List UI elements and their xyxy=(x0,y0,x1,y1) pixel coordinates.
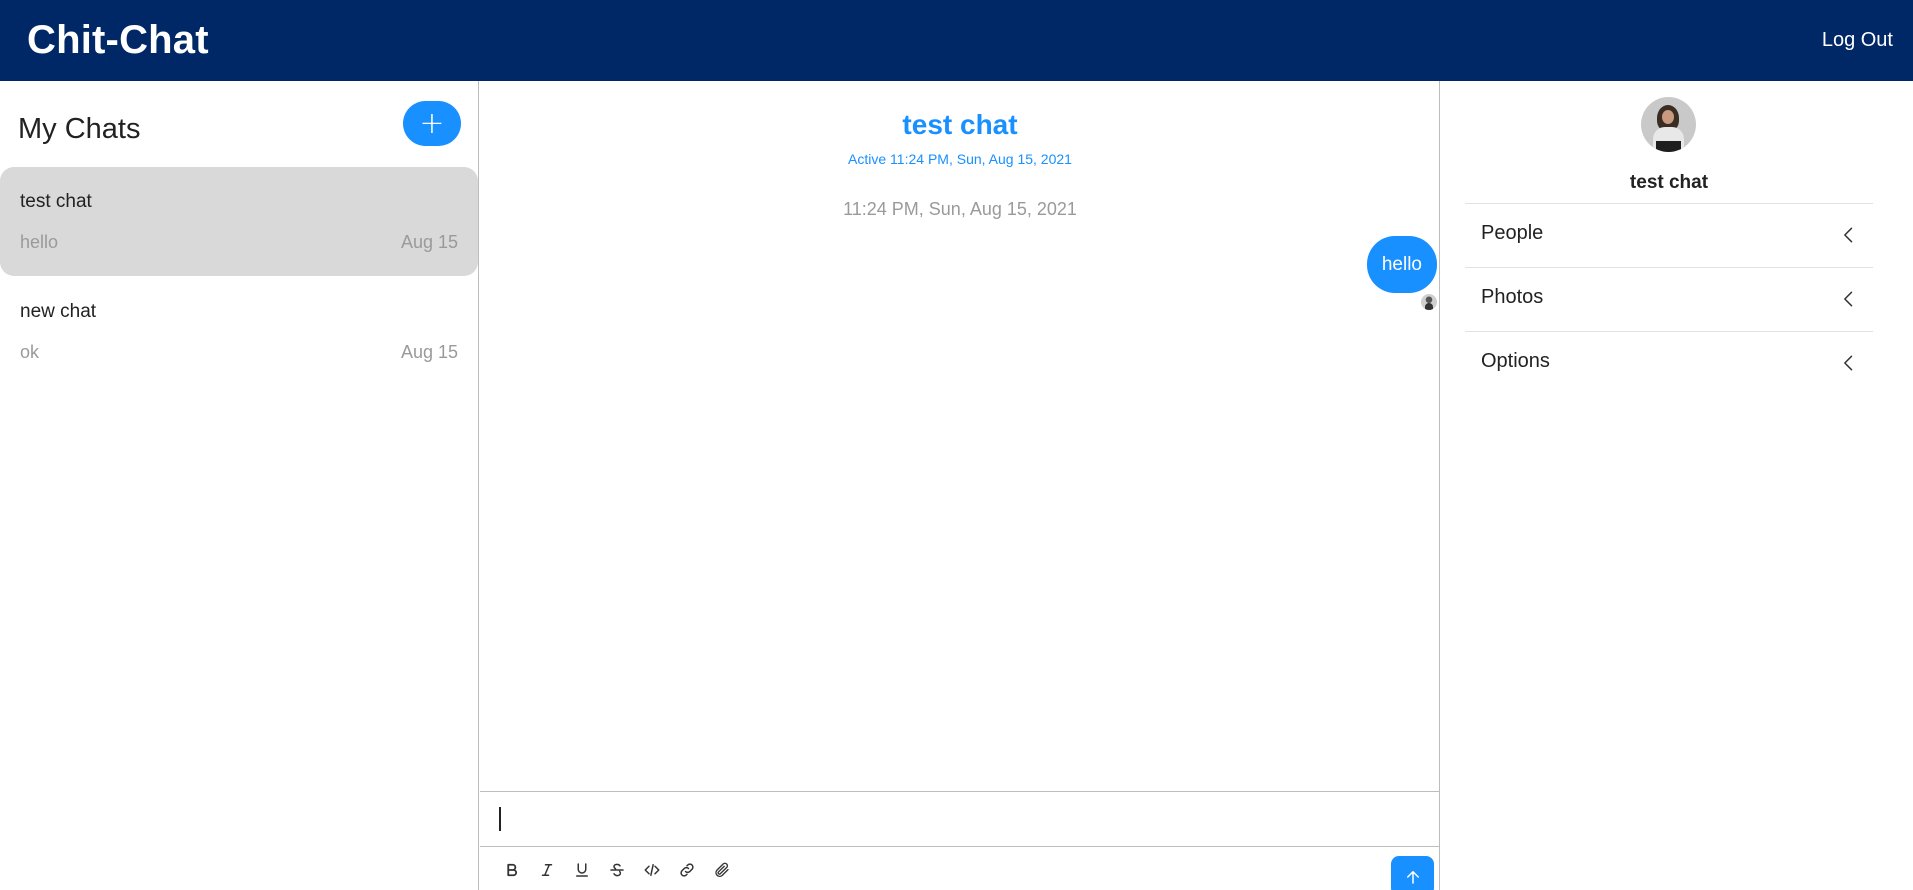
formatting-toolbar xyxy=(494,857,739,883)
section-label: Options xyxy=(1481,350,1550,372)
chat-card-new-chat[interactable]: new chat ok Aug 15 xyxy=(0,277,478,386)
section-label: People xyxy=(1481,222,1544,244)
chat-card-title: test chat xyxy=(20,191,92,212)
message-timestamp: 11:24 PM, Sun, Aug 15, 2021 xyxy=(843,199,1077,219)
top-bar: Chit-Chat Log Out xyxy=(0,0,1913,81)
logout-button[interactable]: Log Out xyxy=(1822,29,1893,52)
chat-card-preview: ok xyxy=(20,342,40,362)
chat-list-title: My Chats xyxy=(18,113,141,145)
conversation-active-status: Active 11:24 PM, Sun, Aug 15, 2021 xyxy=(848,151,1072,167)
chat-avatar xyxy=(1641,97,1696,152)
section-label: Photos xyxy=(1481,286,1544,308)
chat-card-test-chat[interactable]: test chat hello Aug 15 xyxy=(0,167,478,276)
new-chat-button[interactable]: + xyxy=(403,101,461,146)
code-icon[interactable] xyxy=(634,857,669,883)
underline-icon[interactable] xyxy=(564,857,599,883)
chat-list-panel: My Chats + test chat hello Aug 15 new ch… xyxy=(0,81,479,890)
chat-details-name: test chat xyxy=(1629,172,1709,193)
section-photos[interactable]: Photos xyxy=(1465,268,1873,330)
app-title: Chit-Chat xyxy=(27,18,209,62)
section-people[interactable]: People xyxy=(1465,204,1873,266)
chat-card-date: Aug 15 xyxy=(400,232,458,252)
message-composer xyxy=(480,791,1440,890)
chat-details-panel: test chat People Photos Options xyxy=(1441,81,1913,890)
chat-card-date: Aug 15 xyxy=(400,342,458,362)
chat-card-preview: hello xyxy=(20,232,59,252)
strikethrough-icon[interactable] xyxy=(599,857,634,883)
conversation-title: test chat xyxy=(902,109,1018,140)
message-bubble: hello xyxy=(1366,236,1437,293)
message-input-row xyxy=(480,792,1440,847)
attachment-icon[interactable] xyxy=(704,857,739,883)
link-icon[interactable] xyxy=(669,857,704,883)
message-input[interactable] xyxy=(495,802,1415,836)
section-options[interactable]: Options xyxy=(1465,332,1873,394)
arrow-up-icon xyxy=(1406,871,1419,884)
conversation-panel: test chat Active 11:24 PM, Sun, Aug 15, … xyxy=(480,81,1440,890)
bold-icon[interactable] xyxy=(494,857,529,883)
chat-card-title: new chat xyxy=(20,301,97,322)
italic-icon[interactable] xyxy=(529,857,564,883)
read-receipt-avatar xyxy=(1421,294,1437,310)
chevron-left-icon xyxy=(1844,355,1853,371)
chevron-left-icon xyxy=(1844,227,1853,243)
chevron-left-icon xyxy=(1844,291,1853,307)
send-button[interactable] xyxy=(1391,856,1434,890)
text-caret xyxy=(499,807,501,831)
